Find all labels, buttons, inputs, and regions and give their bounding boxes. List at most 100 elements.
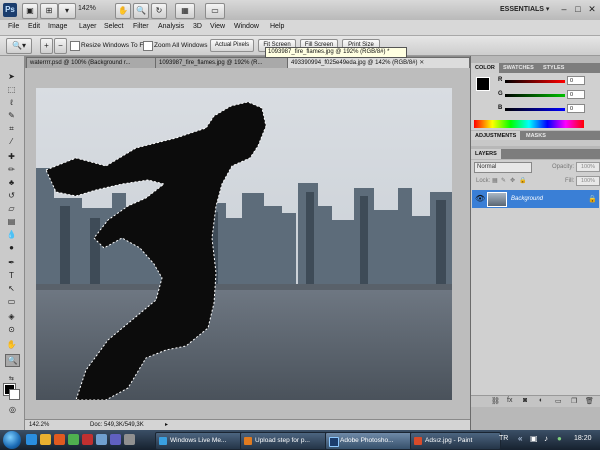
move-tool-icon[interactable]: ➤ xyxy=(5,71,18,82)
zoom-tool-icon[interactable]: 🔍 xyxy=(133,3,149,19)
quicklaunch-opera-icon[interactable] xyxy=(82,434,93,445)
task-upload-step[interactable]: Upload step for p... xyxy=(240,432,331,450)
minimize-button[interactable]: – xyxy=(557,3,571,15)
3d-rotate-tool-icon[interactable]: ◈ xyxy=(5,311,18,322)
zoom-tool-preset-icon[interactable]: 🔍▾ xyxy=(6,38,32,54)
tab-layers[interactable]: LAYERS xyxy=(471,149,501,159)
menu-layer[interactable]: Layer xyxy=(79,23,97,30)
volume-icon[interactable]: ♪ xyxy=(544,434,548,443)
tray-chevron-icon[interactable]: « xyxy=(518,434,522,443)
status-zoom[interactable]: 142.2% xyxy=(29,420,49,430)
gradient-tool-icon[interactable]: ▤ xyxy=(5,216,18,227)
pen-tool-icon[interactable]: ✒ xyxy=(5,257,18,268)
quicklaunch-messenger-icon[interactable] xyxy=(68,434,79,445)
close-tab-icon[interactable]: ✕ xyxy=(419,60,424,66)
lasso-tool-icon[interactable]: ℓ xyxy=(5,97,18,108)
marquee-tool-icon[interactable]: ⬚ xyxy=(5,84,18,95)
menu-filter[interactable]: Filter xyxy=(133,23,149,30)
tab-swatches[interactable]: SWATCHES xyxy=(499,63,538,73)
red-value-field[interactable]: 0 xyxy=(567,76,585,85)
network-icon[interactable]: ▣ xyxy=(530,434,538,443)
visibility-eye-icon[interactable]: 👁 xyxy=(475,194,485,203)
quick-selection-tool-icon[interactable]: ✎ xyxy=(5,110,18,121)
zoom-in-icon[interactable]: + xyxy=(40,38,53,54)
lock-all-icon[interactable]: 🔒 xyxy=(519,177,526,184)
opacity-field[interactable]: 100% xyxy=(576,162,600,172)
status-arrow-icon[interactable]: ▸ xyxy=(165,420,168,430)
add-mask-icon[interactable]: ◙ xyxy=(523,397,527,404)
quick-mask-icon[interactable]: ◎ xyxy=(6,404,19,415)
quicklaunch-firefox-icon[interactable] xyxy=(54,434,65,445)
language-indicator[interactable]: TR xyxy=(499,435,508,442)
red-slider[interactable] xyxy=(505,80,565,83)
menu-3d[interactable]: 3D xyxy=(193,23,202,30)
color-spectrum-ramp[interactable] xyxy=(474,120,584,128)
lock-position-icon[interactable]: ✥ xyxy=(510,177,515,184)
blue-value-field[interactable]: 0 xyxy=(567,104,585,113)
bridge-icon[interactable]: ▣ xyxy=(22,3,38,19)
3d-orbit-tool-icon[interactable]: ⊙ xyxy=(5,324,18,335)
history-brush-tool-icon[interactable]: ↺ xyxy=(5,190,18,201)
menu-view[interactable]: View xyxy=(210,23,225,30)
green-value-field[interactable]: 0 xyxy=(567,90,585,99)
green-slider[interactable] xyxy=(505,94,565,97)
view-extras-icon[interactable]: ⊞ xyxy=(40,3,58,19)
brush-tool-icon[interactable]: ✏ xyxy=(5,164,18,175)
clock[interactable]: 18:20 xyxy=(574,435,592,442)
tab-color[interactable]: COLOR xyxy=(471,63,499,73)
zoom-level[interactable]: 142% xyxy=(78,5,96,12)
workspace-switcher[interactable]: ESSENTIALS ▾ xyxy=(500,5,549,13)
menu-image[interactable]: Image xyxy=(48,23,67,30)
tray-app-icon[interactable]: ● xyxy=(557,434,562,443)
layer-name[interactable]: Background xyxy=(511,196,543,202)
new-adjustment-icon[interactable]: ◐ xyxy=(539,397,543,404)
menu-help[interactable]: Help xyxy=(270,23,284,30)
shape-tool-icon[interactable]: ▭ xyxy=(5,296,18,307)
task-adobe-photoshop[interactable]: Adobe Photosho... xyxy=(325,432,416,450)
path-selection-tool-icon[interactable]: ↖ xyxy=(5,283,18,294)
new-group-icon[interactable]: ▭ xyxy=(555,397,562,405)
quicklaunch-media-icon[interactable] xyxy=(110,434,121,445)
hand-tool-icon[interactable]: ✋ xyxy=(115,3,131,19)
link-layers-icon[interactable]: ⛓ xyxy=(491,397,500,405)
menu-analysis[interactable]: Analysis xyxy=(158,23,184,30)
delete-layer-icon[interactable]: 🗑 xyxy=(585,397,594,405)
tab-styles[interactable]: STYLES xyxy=(539,63,568,73)
blue-slider[interactable] xyxy=(505,108,565,111)
blend-mode-select[interactable]: Normal xyxy=(474,162,532,173)
arrange-documents-icon[interactable]: ▦ xyxy=(175,3,195,19)
panel-foreground-swatch[interactable] xyxy=(476,77,490,91)
lock-pixels-icon[interactable]: ✎ xyxy=(501,177,506,184)
quicklaunch-ie-icon[interactable] xyxy=(26,434,37,445)
background-color-swatch[interactable] xyxy=(9,389,20,400)
dodge-tool-icon[interactable]: ● xyxy=(5,242,18,253)
task-windows-live-messenger[interactable]: Windows Live Me... xyxy=(155,432,246,450)
lock-transparency-icon[interactable]: ▦ xyxy=(492,177,498,184)
maximize-button[interactable]: □ xyxy=(571,3,585,15)
quicklaunch-explorer-icon[interactable] xyxy=(40,434,51,445)
screen-mode-icon[interactable]: ▭ xyxy=(205,3,225,19)
layer-style-icon[interactable]: fx xyxy=(507,397,512,404)
close-button[interactable]: ✕ xyxy=(585,3,599,15)
menu-select[interactable]: Select xyxy=(104,23,123,30)
rotate-view-icon[interactable]: ↻ xyxy=(151,3,167,19)
menu-file[interactable]: File xyxy=(8,23,19,30)
zoom-tool-icon[interactable]: 🔍 xyxy=(5,354,20,367)
fill-field[interactable]: 100% xyxy=(576,176,600,186)
eraser-tool-icon[interactable]: ▱ xyxy=(5,203,18,214)
quicklaunch-more-icon[interactable] xyxy=(124,434,135,445)
actual-pixels-button[interactable]: Actual Pixels xyxy=(210,39,254,52)
zoom-dropdown-icon[interactable]: ▾ xyxy=(58,3,76,19)
crop-tool-icon[interactable]: ⌗ xyxy=(5,123,18,134)
eyedropper-tool-icon[interactable]: ⁄ xyxy=(5,136,18,147)
resize-windows-checkbox[interactable] xyxy=(70,41,80,51)
hand-tool-icon[interactable]: ✋ xyxy=(5,339,18,350)
quicklaunch-show-desktop-icon[interactable] xyxy=(96,434,107,445)
zoom-out-icon[interactable]: − xyxy=(54,38,67,54)
start-button[interactable] xyxy=(3,431,21,449)
task-paint[interactable]: Adsız.jpg - Paint xyxy=(410,432,501,450)
clone-stamp-tool-icon[interactable]: ♣ xyxy=(5,177,18,188)
zoom-all-windows-checkbox[interactable] xyxy=(143,41,153,51)
new-layer-icon[interactable]: ❐ xyxy=(571,397,577,405)
blur-tool-icon[interactable]: 💧 xyxy=(5,229,18,240)
